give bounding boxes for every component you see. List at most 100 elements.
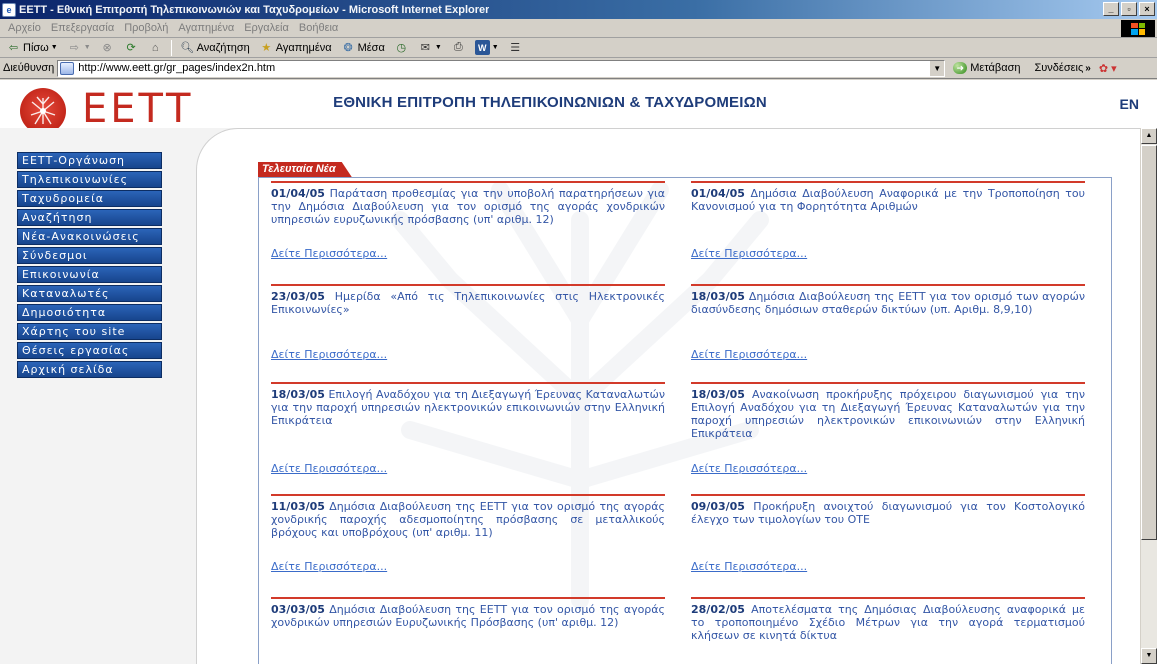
forward-dropdown-icon[interactable]: ▼: [84, 44, 91, 51]
window-title-bar[interactable]: e ΕΕΤΤ - Εθνική Επιτροπή Τηλεπικοινωνιών…: [0, 0, 1157, 19]
stop-button[interactable]: ⊗: [97, 40, 118, 55]
history-button[interactable]: ◷: [391, 40, 412, 55]
news-item-title[interactable]: Δημόσια Διαβούλευση Αναφορικά με την Τρο…: [691, 187, 1085, 213]
news-item-date: 01/04/05: [691, 187, 745, 200]
menu-help[interactable]: Βοήθεια: [294, 22, 343, 34]
nav-search[interactable]: Αναζήτηση: [17, 209, 162, 226]
close-button[interactable]: ×: [1139, 2, 1155, 16]
news-item: 18/03/05 Επιλογή Αναδόχου για τη Διεξαγω…: [271, 382, 665, 475]
mail-button[interactable]: ✉ ▼: [415, 40, 445, 55]
news-item: 01/04/05 Παράταση προθεσμίας για την υπο…: [271, 181, 665, 260]
nav-telecommunications[interactable]: Τηλεπικοινωνίες: [17, 171, 162, 188]
address-input[interactable]: http://www.eett.gr/gr_pages/index2n.htm …: [57, 59, 946, 77]
news-item: 28/02/05 Αποτελέσματα της Δημόσιας Διαβο…: [691, 597, 1085, 642]
news-more-link[interactable]: Δείτε Περισσότερα...: [691, 348, 807, 361]
nav-links[interactable]: Σύνδεσμοι: [17, 247, 162, 264]
discuss-button[interactable]: ☰: [505, 40, 526, 55]
news-item-title[interactable]: Αποτελέσματα της Δημόσιας Διαβούλευσης α…: [691, 603, 1085, 642]
media-button[interactable]: ❂ Μέσα: [338, 40, 388, 55]
menu-favorites[interactable]: Αγαπημένα: [173, 22, 239, 34]
news-more-link[interactable]: Δείτε Περισσότερα...: [691, 462, 807, 475]
news-item-title[interactable]: Προκήρυξη ανοιχτού διαγωνισμού για τον Κ…: [691, 500, 1085, 526]
messenger-icon[interactable]: ✿ ▾: [1099, 62, 1117, 75]
news-more-link[interactable]: Δείτε Περισσότερα...: [691, 247, 807, 260]
edit-dropdown-icon[interactable]: ▼: [492, 44, 499, 51]
sidebar-nav: ΕΕΤΤ-Οργάνωση Τηλεπικοινωνίες Ταχυδρομεί…: [17, 152, 162, 380]
menu-edit[interactable]: Επεξεργασία: [46, 22, 119, 34]
forward-arrow-icon: ⇨: [69, 42, 79, 54]
vertical-scrollbar[interactable]: ▲ ▼: [1140, 128, 1157, 664]
news-item-title[interactable]: Δημόσια Διαβούλευση της ΕΕΤΤ για τον ορι…: [691, 290, 1085, 316]
scrollbar-thumb[interactable]: [1141, 145, 1157, 540]
news-item-text: 11/03/05 Δημόσια Διαβούλευση της ΕΕΤΤ γι…: [271, 500, 665, 539]
news-item-date: 11/03/05: [271, 500, 325, 513]
menu-file[interactable]: Αρχείο: [3, 22, 46, 34]
mail-icon: ✉: [420, 42, 430, 54]
search-icon: 🔍︎: [180, 42, 195, 54]
links-chevron-icon[interactable]: »: [1085, 63, 1091, 74]
news-item: 18/03/05 Ανακοίνωση προκήρυξης πρόχειρου…: [691, 382, 1085, 475]
search-button[interactable]: 🔍︎ Αναζήτηση: [177, 40, 253, 55]
maximize-button[interactable]: ▫: [1121, 2, 1137, 16]
latest-news-box: 01/04/05 Παράταση προθεσμίας για την υπο…: [258, 177, 1112, 664]
news-item-date: 01/04/05: [271, 187, 325, 200]
news-item-text: 01/04/05 Δημόσια Διαβούλευση Αναφορικά μ…: [691, 187, 1085, 213]
nav-jobs[interactable]: Θέσεις εργασίας: [17, 342, 162, 359]
links-button[interactable]: Συνδέσεις: [1034, 62, 1083, 74]
go-button[interactable]: ➜ Μετάβαση: [953, 62, 1020, 74]
menu-view[interactable]: Προβολή: [119, 22, 173, 34]
news-item-date: 18/03/05: [691, 388, 745, 401]
address-dropdown-icon[interactable]: ▼: [929, 60, 945, 76]
print-button[interactable]: ⎙: [448, 40, 469, 55]
news-more-link[interactable]: Δείτε Περισσότερα...: [691, 560, 807, 573]
english-language-link[interactable]: EN: [1120, 96, 1139, 112]
news-item-title[interactable]: Δημόσια Διαβούλευση της ΕΕΤΤ για τον ορι…: [271, 500, 665, 539]
back-dropdown-icon[interactable]: ▼: [51, 44, 58, 51]
menu-bar: Αρχείο Επεξεργασία Προβολή Αγαπημένα Εργ…: [0, 19, 1157, 38]
news-item: 18/03/05 Δημόσια Διαβούλευση της ΕΕΤΤ γι…: [691, 284, 1085, 361]
news-more-link[interactable]: Δείτε Περισσότερα...: [271, 348, 387, 361]
windows-logo-icon: [1131, 22, 1145, 35]
news-item-title[interactable]: Ημερίδα «Από τις Τηλεπικοινωνίες στις Ηλ…: [271, 290, 665, 316]
menu-tools[interactable]: Εργαλεία: [239, 22, 294, 34]
nav-news-announcements[interactable]: Νέα-Ανακοινώσεις: [17, 228, 162, 245]
nav-publicity[interactable]: Δημοσιότητα: [17, 304, 162, 321]
forward-button[interactable]: ⇨ ▼: [64, 40, 94, 55]
news-item-date: 18/03/05: [271, 388, 325, 401]
nav-consumers[interactable]: Καταναλωτές: [17, 285, 162, 302]
nav-home[interactable]: Αρχική σελίδα: [17, 361, 162, 378]
refresh-button[interactable]: ⟳: [121, 40, 142, 55]
mail-dropdown-icon[interactable]: ▼: [435, 44, 442, 51]
ie-app-icon[interactable]: e: [2, 2, 16, 17]
news-item-title[interactable]: Δημόσια Διαβούλευση της ΕΕΤΤ για τον ορι…: [271, 603, 665, 629]
address-bar: Διεύθυνση http://www.eett.gr/gr_pages/in…: [0, 58, 1157, 79]
news-item-title[interactable]: Επιλογή Αναδόχου για τη Διεξαγωγή Έρευνα…: [271, 388, 665, 427]
nav-contact[interactable]: Επικοινωνία: [17, 266, 162, 283]
favorites-button-label: Αγαπημένα: [275, 41, 332, 54]
windows-logo-throbber: [1121, 20, 1155, 37]
nav-eett-organization[interactable]: ΕΕΤΤ-Οργάνωση: [17, 152, 162, 169]
nav-sitemap[interactable]: Χάρτης του site: [17, 323, 162, 340]
news-more-link[interactable]: Δείτε Περισσότερα...: [271, 247, 387, 260]
page-icon: [60, 61, 75, 75]
edit-word-button[interactable]: W ▼: [472, 40, 502, 55]
favorites-button[interactable]: ★ Αγαπημένα: [256, 40, 335, 55]
news-item: 23/03/05 Ημερίδα «Από τις Τηλεπικοινωνίε…: [271, 284, 665, 361]
home-button[interactable]: ⌂: [145, 40, 166, 55]
news-more-link[interactable]: Δείτε Περισσότερα...: [271, 462, 387, 475]
back-arrow-icon: ⇦: [8, 42, 19, 54]
home-icon: ⌂: [151, 41, 159, 54]
nav-postal[interactable]: Ταχυδρομεία: [17, 190, 162, 207]
back-button[interactable]: ⇦ Πίσω ▼: [3, 40, 61, 55]
news-item-text: 18/03/05 Ανακοίνωση προκήρυξης πρόχειρου…: [691, 388, 1085, 440]
minimize-button[interactable]: _: [1103, 2, 1119, 16]
scroll-up-icon[interactable]: ▲: [1141, 128, 1157, 144]
news-item-title[interactable]: Ανακοίνωση προκήρυξης πρόχειρου διαγωνισ…: [691, 388, 1085, 440]
news-more-link[interactable]: Δείτε Περισσότερα...: [271, 560, 387, 573]
toolbar-separator: [170, 39, 172, 56]
news-item-title[interactable]: Παράταση προθεσμίας για την υποβολή παρα…: [271, 187, 665, 226]
news-item-text: 01/04/05 Παράταση προθεσμίας για την υπο…: [271, 187, 665, 226]
standard-toolbar: ⇦ Πίσω ▼ ⇨ ▼ ⊗ ⟳ ⌂ 🔍︎ Αναζήτηση ★ Αγαπημ…: [0, 38, 1157, 58]
scroll-down-icon[interactable]: ▼: [1141, 648, 1157, 664]
news-item-text: 18/03/05 Δημόσια Διαβούλευση της ΕΕΤΤ γι…: [691, 290, 1085, 316]
